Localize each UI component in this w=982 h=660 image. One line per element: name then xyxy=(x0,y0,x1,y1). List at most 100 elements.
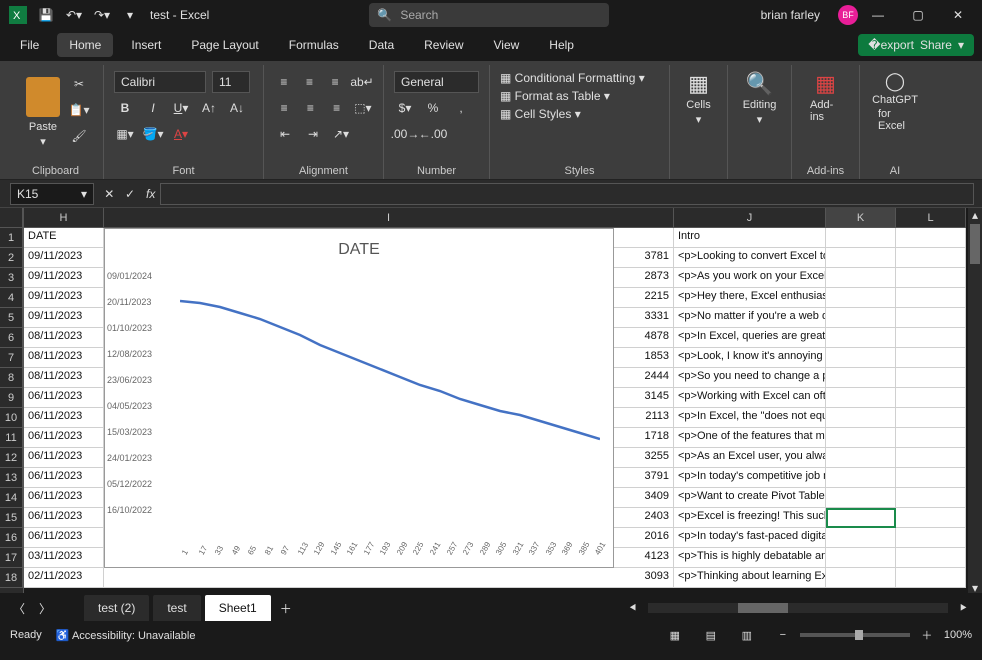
cells-button[interactable]: ▦ Cells▾ xyxy=(680,67,717,175)
cell-styles-button[interactable]: ▦ Cell Styles ▾ xyxy=(500,107,659,121)
cell[interactable] xyxy=(896,388,966,408)
cell[interactable] xyxy=(896,508,966,528)
cell[interactable]: 06/11/2023 xyxy=(24,428,104,448)
chart[interactable]: DATE 09/01/202420/11/202301/10/202312/08… xyxy=(104,228,614,568)
tab-prev-icon[interactable]: 〈 xyxy=(8,597,30,619)
zoom-slider[interactable] xyxy=(800,633,910,637)
row-header[interactable]: 5 xyxy=(0,308,23,328)
zoom-out-button[interactable]: − xyxy=(772,624,794,646)
sheet-tab[interactable]: test (2) xyxy=(84,595,149,621)
cell[interactable]: <p>As you work on your Excel sheets, hav… xyxy=(674,268,826,288)
cell[interactable] xyxy=(896,328,966,348)
cell[interactable]: 09/11/2023 xyxy=(24,248,104,268)
fill-color-button[interactable]: 🪣▾ xyxy=(142,123,164,145)
accessibility-status[interactable]: ♿ Accessibility: Unavailable xyxy=(56,629,196,642)
normal-view-icon[interactable]: ▦ xyxy=(664,624,686,646)
paste-button[interactable]: Paste ▾ xyxy=(18,67,68,163)
cell[interactable]: <p>Excel is freezing! This sucks; we kno… xyxy=(674,508,826,528)
horizontal-scrollbar[interactable] xyxy=(648,603,948,613)
row-header[interactable]: 6 xyxy=(0,328,23,348)
cell[interactable] xyxy=(826,268,896,288)
inc-decimal-button[interactable]: .00→ xyxy=(394,123,416,145)
cell[interactable]: <p>This is highly debatable and not so c… xyxy=(674,548,826,568)
conditional-formatting-button[interactable]: ▦ Conditional Formatting ▾ xyxy=(500,71,659,85)
font-color-button[interactable]: A▾ xyxy=(170,123,192,145)
cell[interactable]: 09/11/2023 xyxy=(24,308,104,328)
row-header[interactable]: 16 xyxy=(0,528,23,548)
cell[interactable]: <p>No matter if you're a web developer, … xyxy=(674,308,826,328)
row-header[interactable]: 17 xyxy=(0,548,23,568)
cell[interactable]: <p>In Excel, the "does not equal" symbol… xyxy=(674,408,826,428)
font-size-select[interactable]: 11 xyxy=(212,71,250,93)
addins-button[interactable]: ▦ Add-ins xyxy=(802,67,849,163)
cell[interactable]: 08/11/2023 xyxy=(24,368,104,388)
underline-button[interactable]: U▾ xyxy=(170,97,192,119)
sheet-tab[interactable]: Sheet1 xyxy=(205,595,271,621)
row-header[interactable]: 15 xyxy=(0,508,23,528)
formula-input[interactable] xyxy=(160,183,974,205)
orientation-icon[interactable]: ↗▾ xyxy=(330,123,352,145)
align-left-icon[interactable]: ≡ xyxy=(274,97,294,119)
cell[interactable] xyxy=(896,468,966,488)
tab-data[interactable]: Data xyxy=(357,33,406,57)
cell[interactable] xyxy=(896,248,966,268)
tab-view[interactable]: View xyxy=(482,33,532,57)
shrink-font-button[interactable]: A↓ xyxy=(226,97,248,119)
cell[interactable]: 06/11/2023 xyxy=(24,408,104,428)
page-break-view-icon[interactable]: ▥ xyxy=(736,624,758,646)
cell[interactable] xyxy=(826,308,896,328)
enter-icon[interactable]: ✓ xyxy=(121,183,140,205)
cell[interactable]: <p>In today's fast-paced digital world, … xyxy=(674,528,826,548)
cell[interactable]: 09/11/2023 xyxy=(24,288,104,308)
cell[interactable]: 06/11/2023 xyxy=(24,388,104,408)
borders-button[interactable]: ▦▾ xyxy=(114,123,136,145)
fx-icon[interactable]: fx xyxy=(141,183,160,205)
tab-next-icon[interactable]: 〉 xyxy=(34,597,56,619)
font-family-select[interactable]: Calibri xyxy=(114,71,206,93)
column-header[interactable]: H xyxy=(24,208,104,228)
share-button[interactable]: �export Share ▾ xyxy=(858,34,974,56)
avatar[interactable]: BF xyxy=(838,5,858,25)
cell[interactable]: <p>In today's competitive job market, ha… xyxy=(674,468,826,488)
tab-formulas[interactable]: Formulas xyxy=(277,33,351,57)
cell[interactable]: DATE xyxy=(24,228,104,248)
cell[interactable] xyxy=(896,548,966,568)
cell[interactable]: 03/11/2023 xyxy=(24,548,104,568)
cell[interactable]: <p>Look, I know it's annoying when Excel… xyxy=(674,348,826,368)
vertical-scrollbar[interactable]: ▴ ▾ xyxy=(968,208,982,593)
cell[interactable]: 06/11/2023 xyxy=(24,508,104,528)
cell[interactable]: 09/11/2023 xyxy=(24,268,104,288)
row-header[interactable]: 12 xyxy=(0,448,23,468)
copy-icon[interactable]: 📋▾ xyxy=(68,99,90,121)
column-header[interactable]: K xyxy=(826,208,896,228)
row-header[interactable]: 14 xyxy=(0,488,23,508)
cell[interactable] xyxy=(896,348,966,368)
cell[interactable]: <p>Want to create Pivot Tables using dat… xyxy=(674,488,826,508)
cell[interactable] xyxy=(826,228,896,248)
cell[interactable]: 06/11/2023 xyxy=(24,448,104,468)
format-as-table-button[interactable]: ▦ Format as Table ▾ xyxy=(500,89,659,103)
close-button[interactable]: ✕ xyxy=(938,0,978,30)
tab-help[interactable]: Help xyxy=(537,33,586,57)
cell[interactable] xyxy=(826,548,896,568)
cell[interactable] xyxy=(896,228,966,248)
align-middle-icon[interactable]: ≡ xyxy=(300,71,320,93)
cell[interactable]: <p>So you need to change a pdf file to a… xyxy=(674,368,826,388)
row-header[interactable]: 7 xyxy=(0,348,23,368)
editing-button[interactable]: 🔍 Editing▾ xyxy=(738,67,781,175)
maximize-button[interactable]: ▢ xyxy=(898,0,938,30)
cell[interactable]: 06/11/2023 xyxy=(24,488,104,508)
row-header[interactable]: 2 xyxy=(0,248,23,268)
cell[interactable]: <p>In Excel, queries are great for manag… xyxy=(674,328,826,348)
cell[interactable]: 3093 xyxy=(104,568,674,588)
cancel-icon[interactable]: ✕ xyxy=(100,183,119,205)
cell[interactable] xyxy=(896,528,966,548)
cell[interactable]: 02/11/2023 xyxy=(24,568,104,588)
cell[interactable] xyxy=(826,408,896,428)
bold-button[interactable]: B xyxy=(114,97,136,119)
cell[interactable] xyxy=(896,568,966,588)
cell[interactable] xyxy=(826,428,896,448)
tab-page-layout[interactable]: Page Layout xyxy=(179,33,270,57)
cell[interactable] xyxy=(896,268,966,288)
column-header[interactable]: J xyxy=(674,208,826,228)
